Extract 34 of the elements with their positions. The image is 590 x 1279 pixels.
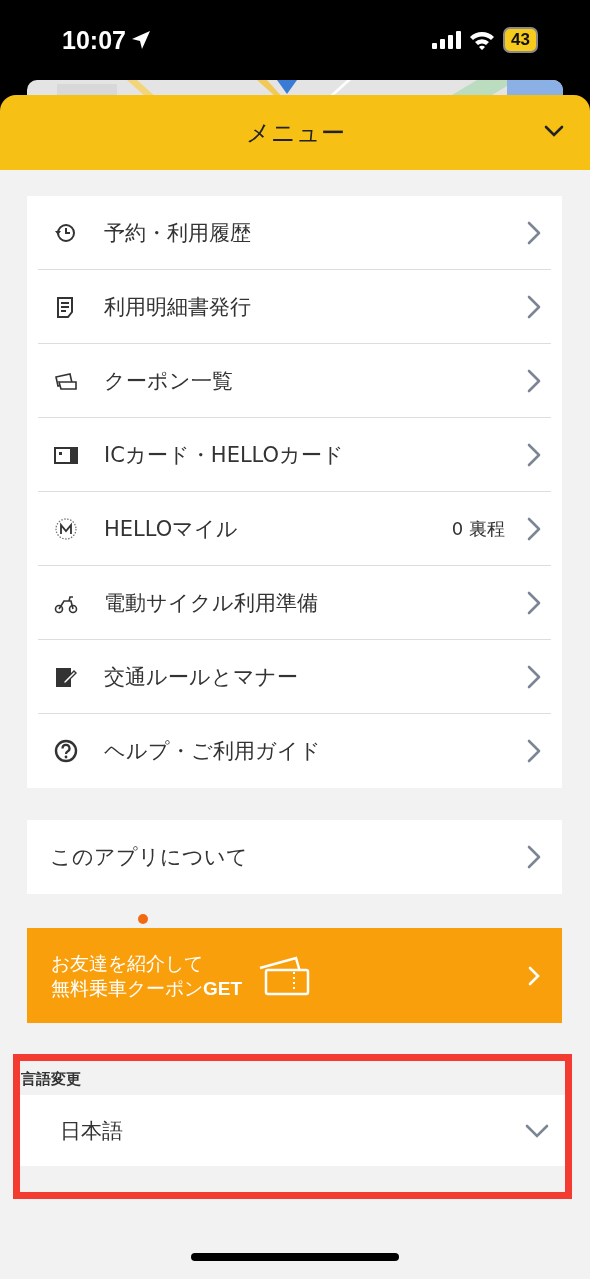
chevron-right-icon — [527, 516, 541, 541]
language-dropdown[interactable]: 日本語 — [20, 1095, 565, 1166]
chevron-down-icon[interactable] — [544, 125, 564, 137]
wifi-icon — [469, 30, 496, 50]
clock-time: 10:07 — [62, 25, 126, 55]
help-icon — [53, 739, 79, 763]
menu-item[interactable]: 利用明細書発行 — [38, 270, 551, 344]
battery-level: 43 — [503, 27, 538, 53]
banner-text: 無料乗車クーポンGET — [51, 975, 243, 1001]
language-label: 言語変更 — [21, 1070, 82, 1089]
chevron-right-icon — [527, 664, 541, 689]
chevron-right-icon — [527, 368, 541, 393]
menu-item[interactable]: HELLOマイル 0 裏程 — [38, 492, 551, 566]
menu-item[interactable]: ヘルプ・ご利用ガイド — [38, 714, 551, 788]
chevron-right-icon — [527, 220, 541, 245]
chevron-down-icon — [525, 1123, 549, 1138]
location-arrow-icon — [130, 30, 151, 50]
signal-icon — [432, 31, 462, 49]
menu-item[interactable]: クーポン一覧 — [38, 344, 551, 418]
mile-count: 0 裏程 — [451, 516, 505, 541]
ticket-icon — [258, 955, 311, 996]
menu-item[interactable]: 予約・利用履歴 — [38, 196, 551, 270]
sheet-title: メニュー — [245, 117, 345, 149]
menu-item[interactable]: ICカード・HELLOカード — [38, 418, 551, 492]
chevron-right-icon — [527, 845, 541, 869]
chevron-right-icon — [527, 590, 541, 615]
chevron-right-icon — [527, 442, 541, 467]
chevron-right-icon — [527, 294, 541, 319]
chevron-right-icon — [528, 965, 540, 986]
menu-item[interactable]: 電動サイクル利用準備 — [38, 566, 551, 640]
banner-text: お友達を紹介して — [51, 950, 204, 976]
mile-coin-icon — [53, 516, 79, 541]
menu-item[interactable]: 交通ルールとマナー — [38, 640, 551, 714]
chevron-right-icon — [527, 739, 541, 763]
